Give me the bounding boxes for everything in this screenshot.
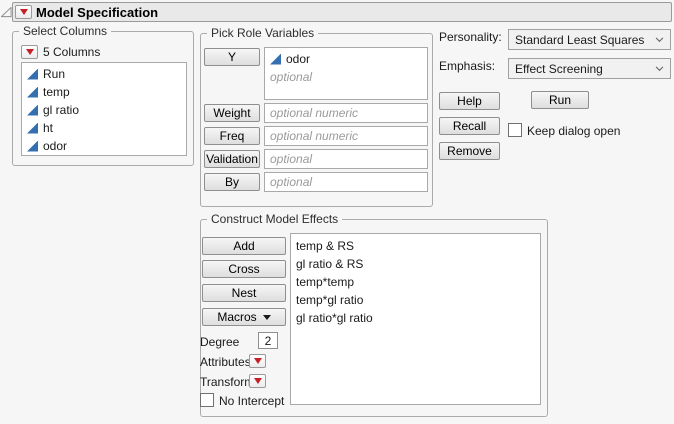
continuous-icon — [27, 69, 38, 80]
construct-model-effects-label: Construct Model Effects — [207, 212, 342, 226]
red-triangle-icon — [254, 378, 262, 384]
red-triangle-icon — [26, 49, 34, 55]
select-columns-label: Select Columns — [19, 24, 111, 38]
transform-menu-button[interactable] — [249, 374, 266, 388]
red-triangle-menu-button[interactable] — [15, 5, 32, 19]
page-title: Model Specification — [36, 5, 158, 20]
freq-placeholder: optional numeric — [270, 129, 358, 143]
chevron-down-icon — [655, 66, 664, 72]
effect-item[interactable]: temp*gl ratio — [291, 291, 540, 309]
effect-label: gl ratio & RS — [296, 257, 363, 271]
run-button[interactable]: Run — [531, 91, 589, 109]
column-item[interactable]: gl ratio — [22, 101, 186, 119]
personality-value: Standard Least Squares — [515, 33, 651, 47]
red-triangle-icon — [20, 9, 28, 15]
effect-item[interactable]: temp*temp — [291, 273, 540, 291]
continuous-icon — [27, 141, 38, 152]
keep-dialog-open-label: Keep dialog open — [527, 124, 620, 138]
weight-role-listbox[interactable]: optional numeric — [264, 103, 428, 123]
macros-label: Macros — [217, 310, 256, 324]
column-label: temp — [43, 85, 70, 99]
emphasis-dropdown[interactable]: Effect Screening — [508, 58, 671, 79]
nest-button[interactable]: Nest — [202, 284, 286, 302]
no-intercept-checkbox[interactable] — [200, 393, 214, 407]
freq-role-listbox[interactable]: optional numeric — [264, 126, 428, 146]
chevron-down-icon — [655, 37, 664, 43]
continuous-icon — [270, 54, 281, 65]
effect-label: temp*temp — [296, 275, 354, 289]
select-columns-group: Select Columns 5 Columns Run temp gl rat… — [12, 31, 194, 166]
y-placeholder: optional — [270, 70, 312, 84]
weight-placeholder: optional numeric — [270, 106, 358, 120]
column-item[interactable]: Run — [22, 65, 186, 83]
no-intercept-label: No Intercept — [219, 394, 284, 408]
personality-dropdown[interactable]: Standard Least Squares — [508, 29, 671, 50]
degree-input[interactable]: 2 — [258, 332, 278, 349]
remove-button[interactable]: Remove — [439, 142, 500, 160]
transform-label: Transform — [200, 375, 254, 389]
effect-item[interactable]: temp & RS — [291, 237, 540, 255]
add-button[interactable]: Add — [202, 237, 286, 255]
columns-menu-button[interactable] — [21, 45, 38, 59]
column-item[interactable]: ht — [22, 119, 186, 137]
y-variable-item[interactable]: odor — [265, 50, 427, 68]
outline-header: Model Specification — [12, 2, 672, 22]
y-role-button[interactable]: Y — [204, 48, 260, 66]
columns-count-row: 5 Columns — [21, 45, 100, 59]
validation-role-listbox[interactable]: optional — [264, 149, 428, 169]
model-specification-dialog: { "header": { "title": "Model Specificat… — [0, 0, 674, 424]
column-item[interactable]: odor — [22, 137, 186, 155]
continuous-icon — [27, 123, 38, 134]
cross-button[interactable]: Cross — [202, 260, 286, 278]
column-item[interactable]: temp — [22, 83, 186, 101]
pick-role-variables-label: Pick Role Variables — [207, 26, 318, 40]
red-triangle-icon — [254, 358, 262, 364]
effect-label: temp*gl ratio — [296, 293, 363, 307]
y-role-listbox[interactable]: odor optional — [264, 47, 428, 100]
by-role-button[interactable]: By — [204, 173, 260, 191]
columns-count-label: 5 Columns — [43, 45, 100, 59]
validation-role-button[interactable]: Validation — [204, 150, 260, 168]
emphasis-value: Effect Screening — [515, 62, 651, 76]
degree-label: Degree — [200, 335, 239, 349]
effect-item[interactable]: gl ratio*gl ratio — [291, 309, 540, 327]
continuous-icon — [27, 105, 38, 116]
column-label: odor — [43, 139, 67, 153]
model-effects-listbox[interactable]: temp & RS gl ratio & RS temp*temp temp*g… — [290, 233, 541, 405]
by-placeholder: optional — [270, 175, 312, 189]
recall-button[interactable]: Recall — [439, 117, 500, 135]
column-label: gl ratio — [43, 103, 79, 117]
macros-button[interactable]: Macros — [202, 308, 286, 326]
caret-down-icon — [263, 315, 271, 320]
effect-label: temp & RS — [296, 239, 354, 253]
weight-role-button[interactable]: Weight — [204, 104, 260, 122]
y-variable-label: odor — [286, 52, 310, 66]
continuous-icon — [27, 87, 38, 98]
disclosure-triangle-icon[interactable] — [1, 7, 12, 18]
by-role-listbox[interactable]: optional — [264, 172, 428, 192]
validation-placeholder: optional — [270, 152, 312, 166]
emphasis-label: Emphasis: — [439, 59, 495, 73]
attributes-menu-button[interactable] — [249, 354, 266, 368]
effect-item[interactable]: gl ratio & RS — [291, 255, 540, 273]
column-label: Run — [43, 67, 65, 81]
columns-listbox[interactable]: Run temp gl ratio ht odor — [21, 62, 187, 156]
help-button[interactable]: Help — [439, 92, 500, 110]
keep-dialog-open-checkbox[interactable] — [508, 123, 522, 137]
attributes-label: Attributes — [200, 355, 251, 369]
effect-label: gl ratio*gl ratio — [296, 311, 373, 325]
freq-role-button[interactable]: Freq — [204, 127, 260, 145]
column-label: ht — [43, 121, 53, 135]
personality-label: Personality: — [439, 30, 502, 44]
